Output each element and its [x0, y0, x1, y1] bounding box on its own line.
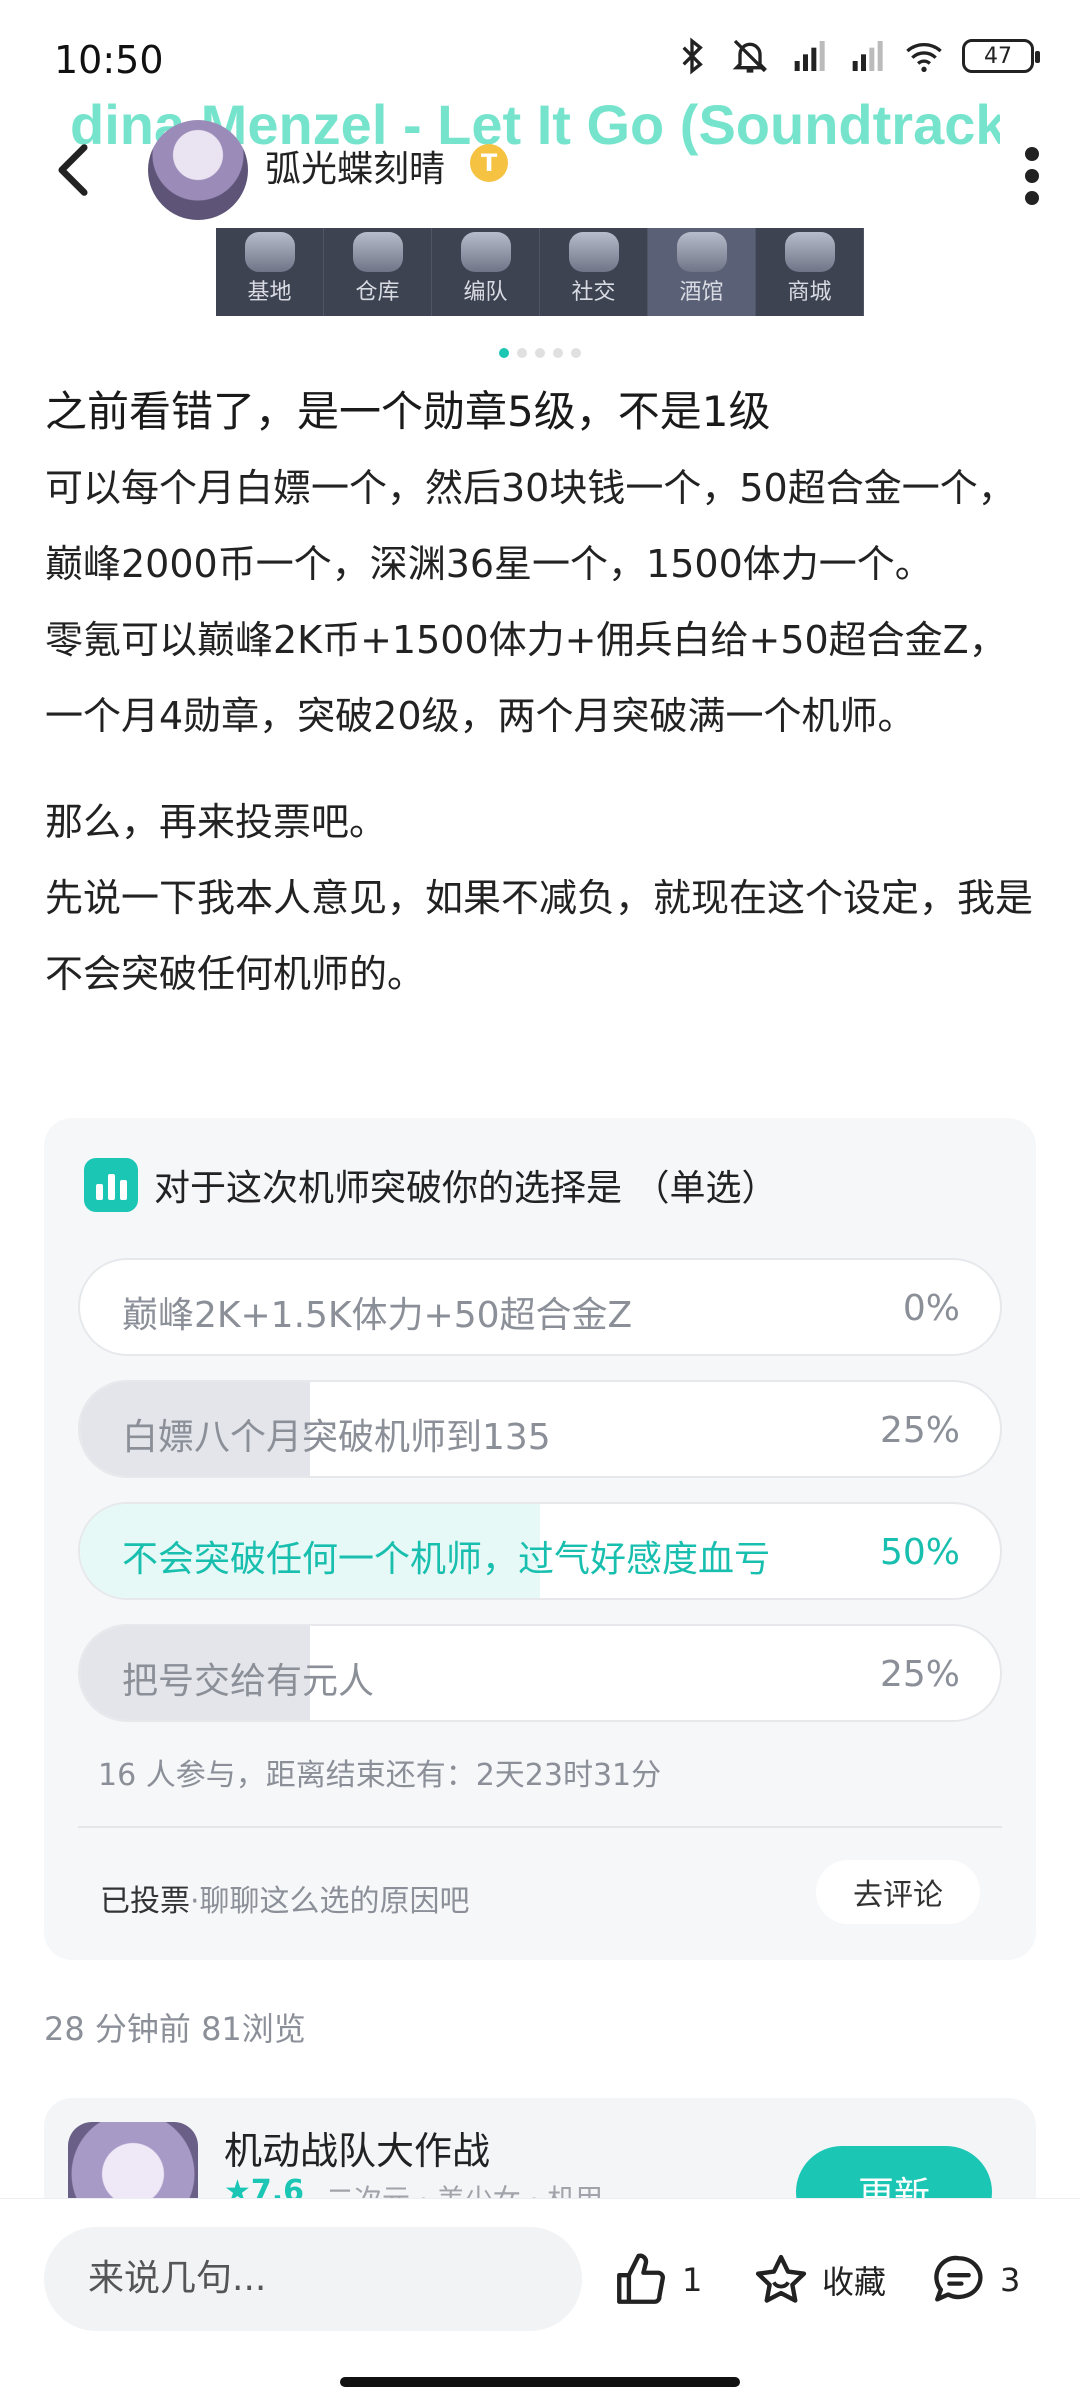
- pager-dot[interactable]: [517, 348, 527, 358]
- signal-hd-icon: [794, 41, 825, 71]
- poll-option[interactable]: 巅峰2K+1.5K体力+50超合金Z 0%: [78, 1258, 1002, 1356]
- post-header: 弧光蝶刻晴 T: [0, 120, 1080, 230]
- pager-dot[interactable]: [499, 348, 509, 358]
- home-indicator[interactable]: [340, 2377, 740, 2387]
- banner-tab-active: 酒馆: [648, 228, 756, 316]
- image-pager-dots: [0, 348, 1080, 358]
- back-arrow-icon[interactable]: [50, 140, 96, 200]
- poll-option-percent: 50%: [879, 1532, 960, 1573]
- author-name[interactable]: 弧光蝶刻晴: [265, 140, 445, 192]
- post-paragraph: 零氪可以巅峰2K币+1500体力+佣兵白给+50超合金Z，一个月4勋章，突破20…: [45, 618, 1007, 738]
- poll-chart-icon: [84, 1158, 138, 1212]
- formation-icon: [460, 232, 511, 272]
- status-time: 10:50: [54, 38, 164, 82]
- poll-option[interactable]: 白嫖八个月突破机师到135 25%: [78, 1380, 1002, 1478]
- poll-option-percent: 0%: [902, 1288, 960, 1329]
- favorite-button[interactable]: 收藏: [752, 2251, 886, 2309]
- poll-option-percent: 25%: [879, 1654, 960, 1695]
- voted-hint: ·聊聊这么选的原因吧: [190, 1884, 470, 1919]
- post-paragraph: 先说一下我本人意见，如果不减负，就现在这个设定，我是不会突破任何机师的。: [45, 876, 1034, 996]
- mute-bell-icon: [732, 39, 768, 73]
- comment-bubble-icon: [934, 2255, 983, 2302]
- banner-tab: 基地: [216, 228, 324, 316]
- comment-input[interactable]: 来说几句...: [44, 2227, 582, 2331]
- post-title: 之前看错了，是一个勋章5级，不是1级: [45, 387, 771, 436]
- pager-dot[interactable]: [571, 348, 581, 358]
- voted-label: 已投票: [100, 1884, 190, 1919]
- shop-icon: [784, 232, 835, 272]
- banner-tab: 社交: [540, 228, 648, 316]
- poll-option-label: 不会突破任何一个机师，过气好感度血亏: [122, 1539, 771, 1580]
- thumbs-up-icon: [617, 2253, 665, 2304]
- base-icon: [244, 232, 295, 272]
- poll-question: 对于这次机师突破你的选择是 （单选）: [154, 1168, 778, 1209]
- poll-card: 对于这次机师突破你的选择是 （单选） 巅峰2K+1.5K体力+50超合金Z 0%…: [44, 1118, 1036, 1960]
- voted-status: 已投票·聊聊这么选的原因吧: [100, 1876, 470, 1920]
- bluetooth-icon: [682, 37, 703, 75]
- poll-option-label: 白嫖八个月突破机师到135: [122, 1417, 551, 1458]
- banner-tab: 商城: [756, 228, 864, 316]
- author-badge-icon: T: [470, 144, 508, 182]
- poll-participation-info: 16 人参与，距离结束还有：2天23时31分: [98, 1758, 662, 1793]
- avatar[interactable]: [148, 120, 248, 220]
- divider: [78, 1826, 1002, 1828]
- poll-option-selected[interactable]: 不会突破任何一个机师，过气好感度血亏 50%: [78, 1502, 1002, 1600]
- game-name: 机动战队大作战: [224, 2129, 491, 2173]
- tavern-icon: [676, 232, 727, 272]
- status-icons: 47: [672, 36, 1040, 76]
- more-options-icon[interactable]: [1024, 146, 1040, 206]
- poll-header: 对于这次机师突破你的选择是 （单选）: [84, 1158, 777, 1212]
- post-image[interactable]: 基地 仓库 编队 社交 酒馆 商城: [216, 228, 864, 316]
- like-count: 1: [682, 2261, 703, 2299]
- pager-dot[interactable]: [553, 348, 563, 358]
- go-comment-button[interactable]: 去评论: [816, 1860, 980, 1924]
- star-icon: [755, 2254, 807, 2303]
- battery-indicator: 47: [962, 39, 1040, 73]
- poll-option[interactable]: 把号交给有元人 25%: [78, 1624, 1002, 1722]
- poll-option-percent: 25%: [879, 1410, 960, 1451]
- pager-dot[interactable]: [535, 348, 545, 358]
- poll-option-label: 把号交给有元人: [122, 1661, 375, 1702]
- comments-button[interactable]: 3: [930, 2251, 1020, 2309]
- social-icon: [568, 232, 619, 272]
- signal-hd-icon-2: [852, 41, 883, 71]
- favorite-label: 收藏: [822, 2263, 887, 2301]
- wifi-icon: [906, 43, 942, 72]
- comment-count: 3: [1000, 2261, 1021, 2299]
- like-button[interactable]: 1: [612, 2251, 702, 2309]
- post-paragraph: 可以每个月白嫖一个，然后30块钱一个，50超合金一个，巅峰2000币一个，深渊3…: [45, 466, 1016, 586]
- post-meta: 28 分钟前 81浏览: [44, 2010, 306, 2048]
- post-paragraph: 那么，再来投票吧。: [45, 800, 388, 844]
- warehouse-icon: [352, 232, 403, 272]
- post-body: 之前看错了，是一个勋章5级，不是1级 可以每个月白嫖一个，然后30块钱一个，50…: [45, 380, 1035, 1012]
- banner-tab: 仓库: [324, 228, 432, 316]
- poll-option-label: 巅峰2K+1.5K体力+50超合金Z: [122, 1295, 633, 1336]
- banner-tab: 编队: [432, 228, 540, 316]
- bottom-action-bar: 来说几句... 1 收藏 3: [0, 2198, 1080, 2400]
